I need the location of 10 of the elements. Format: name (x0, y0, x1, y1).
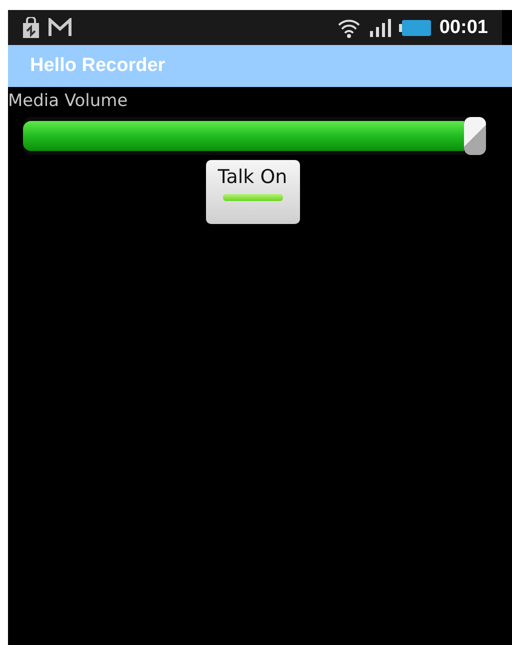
battery-icon (399, 18, 432, 36)
app-title-bar: Hello Recorder (8, 45, 512, 87)
clock-time: 00:01 (439, 16, 488, 38)
bag-icon (22, 16, 40, 38)
mail-icon (48, 18, 72, 38)
talk-toggle-button[interactable]: Talk On (206, 160, 300, 224)
volume-slider[interactable] (23, 117, 486, 155)
volume-label: Media Volume (8, 91, 128, 111)
signal-icon (369, 18, 392, 38)
slider-thumb[interactable] (464, 117, 486, 155)
